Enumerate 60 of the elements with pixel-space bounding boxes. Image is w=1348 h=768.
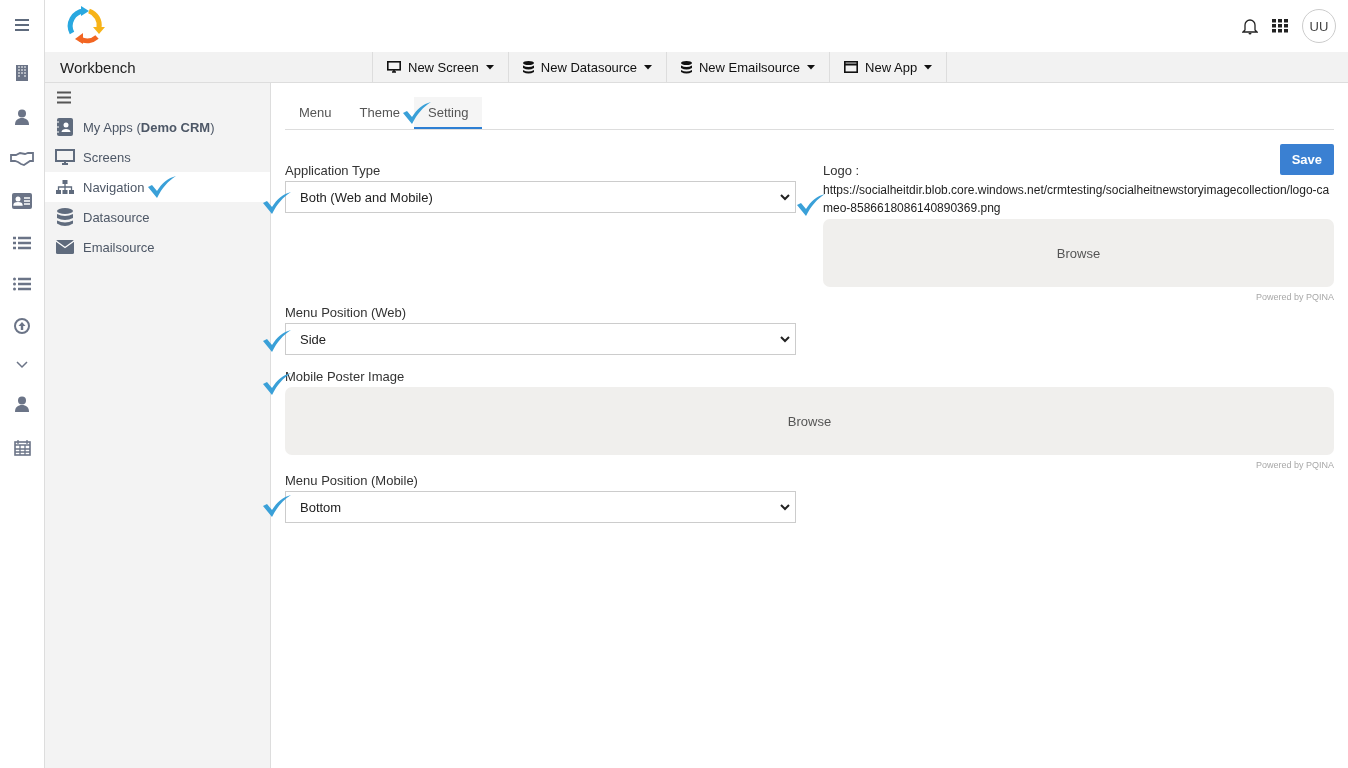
check-mark-icon (263, 192, 291, 214)
check-mark-icon (797, 194, 825, 216)
tab[interactable]: Menu (285, 97, 346, 129)
apps-grid-icon[interactable] (1272, 19, 1288, 33)
check-mark-icon (403, 102, 431, 124)
sidebar-item[interactable]: Emailsource (45, 232, 270, 262)
caret-icon (485, 64, 494, 70)
browse-label[interactable]: Browse (1056, 245, 1101, 261)
workbench-title: Workbench (59, 58, 137, 76)
check-mark-icon (263, 330, 291, 352)
field-label: Menu Position (Mobile) (285, 473, 419, 488)
sidebar-item[interactable]: Datasource (45, 202, 270, 232)
file-drop-area[interactable]: Browse (823, 219, 1334, 287)
user-icon[interactable] (15, 396, 29, 412)
monitor-icon (55, 149, 75, 165)
tab[interactable]: Setting (414, 97, 483, 129)
menu-icon[interactable] (56, 91, 72, 104)
select-field[interactable]: Both (Web and Mobile) (285, 181, 796, 213)
save-button[interactable]: Save (1279, 144, 1334, 175)
sitemap-icon (55, 180, 75, 194)
field-label: Menu Position (Web) (285, 305, 408, 320)
select-field[interactable]: Bottom (285, 491, 796, 523)
field-label: Logo : (823, 163, 861, 178)
upload-icon[interactable] (14, 318, 30, 334)
chevron-down-icon (780, 503, 790, 511)
database-icon (55, 208, 75, 226)
check-mark-icon (148, 176, 176, 198)
sidebar-item[interactable]: Screens (45, 142, 270, 172)
select-field[interactable]: Side (285, 323, 796, 355)
file-drop-area[interactable]: Browse (285, 387, 1334, 455)
sidebar-item[interactable]: Navigation (45, 172, 270, 202)
contact-book-icon (55, 118, 75, 136)
envelope-icon (55, 240, 75, 254)
caret-icon (643, 64, 652, 70)
credit-text: Powered by PQINA (1254, 460, 1334, 470)
building-icon[interactable] (15, 64, 29, 82)
monitor-icon (387, 61, 401, 73)
browse-label[interactable]: Browse (787, 413, 832, 429)
calendar-icon[interactable] (13, 439, 31, 456)
check-mark-icon (263, 495, 291, 517)
window-icon (844, 61, 859, 73)
database-icon (680, 60, 692, 74)
field-label: Mobile Poster Image (285, 369, 406, 384)
field-label: Application Type (285, 163, 382, 178)
chevron-down-icon (780, 193, 790, 201)
list-icon[interactable] (13, 236, 31, 250)
menu-icon[interactable] (14, 18, 30, 32)
logo-url: https://socialheitdir.blob.core.windows.net/crmtesting/socialheitnewstoryimagecollection/logo-cameo-8586618086140890369.png (823, 182, 1331, 217)
user-icon[interactable] (15, 109, 29, 125)
list-icon[interactable] (13, 277, 31, 291)
chevron-down-icon (780, 335, 790, 343)
database-icon (522, 60, 534, 74)
chevron-down-icon[interactable] (16, 361, 28, 369)
caret-icon (924, 64, 933, 70)
bell-icon[interactable] (1242, 17, 1258, 35)
id-card-icon[interactable] (12, 193, 32, 209)
tab[interactable]: Theme (345, 97, 414, 129)
sidebar-item[interactable]: My Apps (Demo CRM) (45, 112, 270, 142)
caret-icon (807, 64, 816, 70)
credit-text: Powered by PQINA (1254, 292, 1334, 302)
